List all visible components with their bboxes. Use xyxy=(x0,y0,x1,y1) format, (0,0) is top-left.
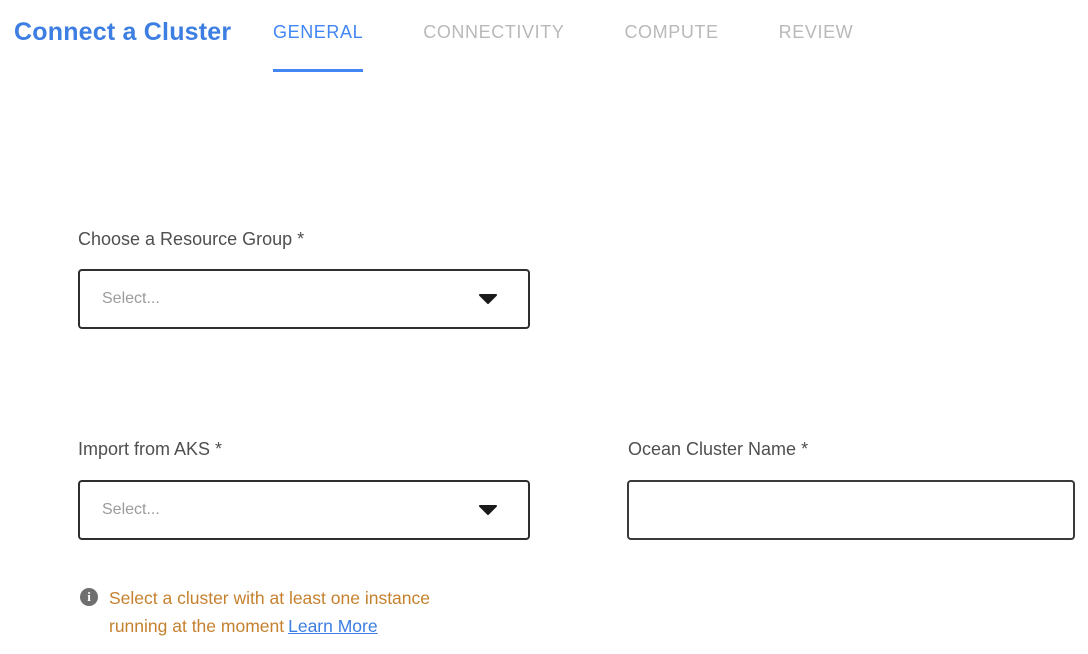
import-aks-select[interactable]: Select... xyxy=(78,480,530,540)
cluster-instance-note: i Select a cluster with at least one ins… xyxy=(80,584,481,640)
connect-cluster-wizard: Connect a Cluster GENERAL CONNECTIVITY C… xyxy=(0,0,1088,654)
note-message: Select a cluster with at least one insta… xyxy=(109,588,430,636)
resource-group-select[interactable]: Select... xyxy=(78,269,530,329)
resource-group-label: Choose a Resource Group * xyxy=(78,229,304,250)
note-text: Select a cluster with at least one insta… xyxy=(109,584,481,640)
info-icon: i xyxy=(80,588,98,606)
cluster-name-label: Ocean Cluster Name * xyxy=(628,439,808,460)
tab-review[interactable]: REVIEW xyxy=(779,22,854,69)
import-aks-placeholder: Select... xyxy=(102,501,478,519)
learn-more-link[interactable]: Learn More xyxy=(288,616,378,636)
wizard-tabs: GENERAL CONNECTIVITY COMPUTE REVIEW xyxy=(273,22,853,72)
resource-group-placeholder: Select... xyxy=(102,290,478,308)
page-title: Connect a Cluster xyxy=(14,18,231,47)
import-aks-label: Import from AKS * xyxy=(78,439,222,460)
tab-general[interactable]: GENERAL xyxy=(273,22,363,72)
chevron-down-icon xyxy=(478,505,498,515)
tab-compute[interactable]: COMPUTE xyxy=(624,22,718,69)
tab-connectivity[interactable]: CONNECTIVITY xyxy=(423,22,564,69)
cluster-name-input[interactable] xyxy=(627,480,1075,540)
chevron-down-icon xyxy=(478,294,498,304)
